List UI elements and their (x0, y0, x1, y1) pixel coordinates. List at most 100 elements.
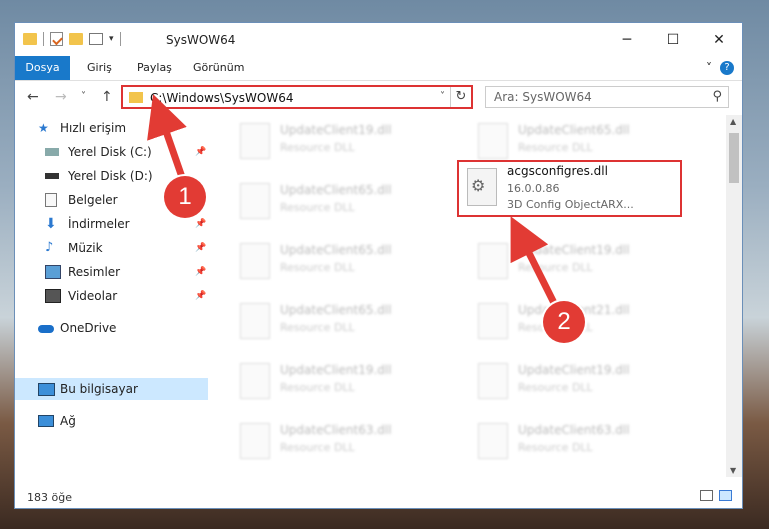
list-item[interactable]: UpdateClient19.dll Resource DLL (230, 115, 460, 165)
scrollbar-thumb[interactable] (729, 133, 739, 183)
sidebar-item-music[interactable]: ♪ Müzik 📌 (15, 237, 208, 259)
new-folder-icon[interactable] (69, 33, 83, 45)
file-type: Resource DLL (280, 321, 355, 334)
sidebar-item-disk-c[interactable]: Yerel Disk (C:) 📌 (15, 141, 208, 163)
view-icon[interactable] (89, 33, 103, 45)
drive-icon (45, 173, 59, 179)
tab-share[interactable]: Paylaş (125, 56, 184, 80)
sidebar-item-onedrive[interactable]: OneDrive (15, 317, 208, 339)
recent-locations-button[interactable]: ˅ (81, 91, 86, 102)
address-bar[interactable]: C:\Windows\SysWOW64 ˅ ↻ (121, 85, 473, 109)
back-button[interactable]: ← (27, 89, 39, 105)
pin-icon[interactable]: 📌 (195, 147, 206, 157)
sidebar-item-label: Müzik (68, 241, 103, 255)
sidebar-item-label: Yerel Disk (D:) (68, 169, 153, 183)
file-version: 16.0.0.86 (507, 182, 560, 195)
dll-file-icon (240, 243, 270, 279)
file-type: Resource DLL (518, 261, 593, 274)
refresh-button[interactable]: ↻ (450, 87, 471, 107)
details-view-icon[interactable] (700, 490, 713, 501)
download-icon: ⬇ (45, 216, 57, 232)
file-type: Resource DLL (280, 441, 355, 454)
sidebar-item-network[interactable]: Ağ (15, 410, 208, 432)
ribbon-controls: ˅ ? (706, 61, 734, 75)
sidebar-item-videos[interactable]: Videolar 📌 (15, 285, 208, 307)
forward-button[interactable]: → (55, 89, 67, 105)
quick-access-toolbar: ▾ (23, 32, 121, 46)
window-title: SysWOW64 (166, 33, 236, 47)
highlighted-file-tile[interactable]: ⚙ acgsconfigres.dll 16.0.0.86 3D Config … (457, 160, 682, 217)
up-button[interactable]: ↑ (101, 89, 113, 105)
properties-icon[interactable] (50, 32, 63, 46)
file-name: UpdateClient19.dll (518, 363, 630, 377)
pin-icon[interactable]: 📌 (195, 291, 206, 301)
file-name: UpdateClient19.dll (280, 123, 392, 137)
tab-file[interactable]: Dosya (15, 56, 70, 80)
list-item[interactable]: UpdateClient63.dll Resource DLL (230, 415, 460, 465)
scroll-down-icon[interactable]: ▼ (730, 466, 736, 475)
toolbar-separator (43, 32, 44, 46)
file-name: UpdateClient19.dll (518, 243, 630, 257)
file-name: UpdateClient65.dll (518, 123, 630, 137)
list-item[interactable]: UpdateClient65.dll Resource DLL (230, 235, 460, 285)
documents-icon (45, 193, 57, 207)
gear-icon: ⚙ (471, 176, 486, 195)
sidebar-item-label: Videolar (68, 289, 118, 303)
file-type: Resource DLL (280, 141, 355, 154)
search-icon[interactable]: ⚲ (712, 89, 722, 104)
sidebar-item-label: Hızlı erişim (60, 121, 127, 135)
pin-icon[interactable]: 📌 (195, 267, 206, 277)
tiles-view-icon[interactable] (719, 490, 732, 501)
list-item[interactable]: UpdateClient65.dll Resource DLL (468, 115, 698, 165)
title-bar: ▾ SysWOW64 ─ ☐ ✕ (15, 23, 742, 56)
maximize-button[interactable]: ☐ (650, 23, 696, 56)
search-placeholder: Ara: SysWOW64 (494, 90, 592, 104)
file-type: Resource DLL (518, 141, 593, 154)
sidebar-item-this-pc[interactable]: Bu bilgisayar (15, 378, 208, 400)
file-type: Resource DLL (518, 381, 593, 394)
pin-icon[interactable]: 📌 (195, 243, 206, 253)
computer-icon (38, 382, 55, 396)
explorer-window: ▾ SysWOW64 ─ ☐ ✕ Dosya Giriş Paylaş Görü… (14, 22, 743, 509)
dll-file-icon (478, 423, 508, 459)
sidebar-item-label: Bu bilgisayar (60, 382, 138, 396)
search-box[interactable]: Ara: SysWOW64 ⚲ (485, 86, 729, 108)
sidebar-item-quick-access[interactable]: ★ Hızlı erişim (15, 117, 208, 139)
list-item[interactable]: UpdateClient65.dll Resource DLL (230, 175, 460, 225)
folder-icon[interactable] (23, 33, 37, 45)
expand-ribbon-icon[interactable]: ˅ (706, 61, 712, 75)
cloud-icon (38, 325, 54, 333)
file-type: Resource DLL (280, 261, 355, 274)
list-item[interactable]: UpdateClient19.dll Resource DLL (468, 235, 698, 285)
sidebar-item-pictures[interactable]: Resimler 📌 (15, 261, 208, 283)
folder-icon (129, 92, 143, 103)
sidebar-item-label: Yerel Disk (C:) (68, 145, 152, 159)
list-item[interactable]: UpdateClient19.dll Resource DLL (468, 355, 698, 405)
address-path[interactable]: C:\Windows\SysWOW64 (150, 91, 294, 105)
file-name: acgsconfigres.dll (507, 164, 608, 178)
customize-toolbar-icon[interactable]: ▾ (109, 34, 114, 44)
scroll-up-icon[interactable]: ▲ (730, 117, 736, 126)
list-item[interactable]: UpdateClient65.dll Resource DLL (230, 295, 460, 345)
vertical-scrollbar[interactable]: ▲ ▼ (726, 115, 742, 477)
video-icon (45, 289, 61, 303)
list-item[interactable]: UpdateClient19.dll Resource DLL (230, 355, 460, 405)
file-type: Resource DLL (280, 381, 355, 394)
tab-view[interactable]: Görünüm (181, 56, 256, 80)
navigation-bar: ← → ˅ ↑ C:\Windows\SysWOW64 ˅ ↻ Ara: Sys… (15, 81, 742, 115)
minimize-button[interactable]: ─ (604, 23, 650, 56)
view-switcher (700, 490, 732, 501)
help-icon[interactable]: ? (720, 61, 734, 75)
file-name: UpdateClient65.dll (280, 183, 392, 197)
sidebar-item-label: OneDrive (60, 321, 117, 335)
list-item[interactable]: UpdateClient63.dll Resource DLL (468, 415, 698, 465)
item-count: 183 öğe (27, 491, 72, 504)
file-type: Resource DLL (280, 201, 355, 214)
pin-icon[interactable]: 📌 (195, 219, 206, 229)
drive-icon (45, 148, 59, 156)
close-button[interactable]: ✕ (696, 23, 742, 56)
navigation-pane: ★ Hızlı erişim Yerel Disk (C:) 📌 Yerel D… (15, 115, 208, 477)
network-icon (38, 415, 54, 427)
address-dropdown-icon[interactable]: ˅ (440, 91, 445, 102)
tab-home[interactable]: Giriş (75, 56, 124, 80)
